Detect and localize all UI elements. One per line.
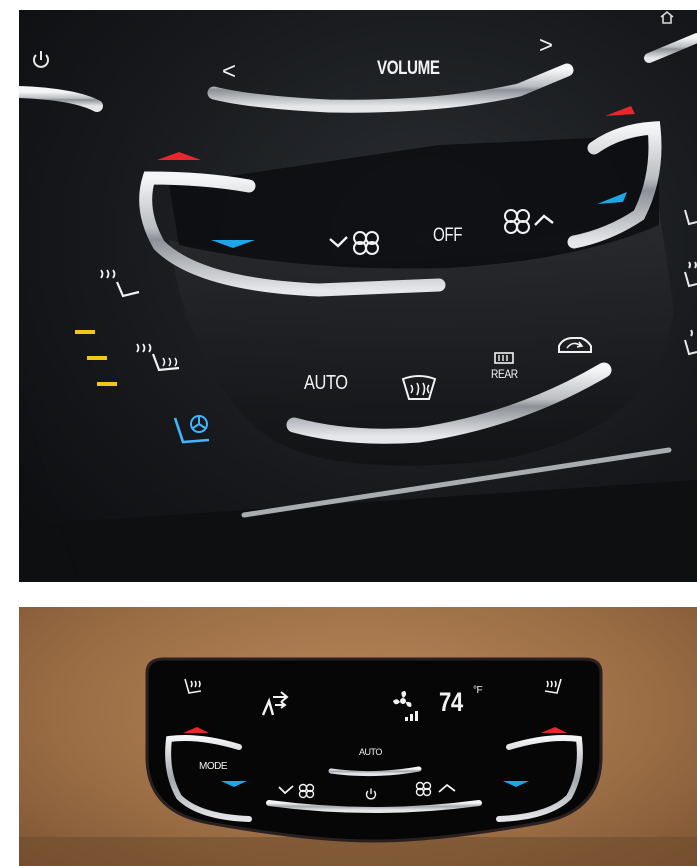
rear-temperature-unit: °F (473, 685, 483, 696)
driver-temp-down-indicator[interactable] (209, 238, 257, 250)
rear-auto-button[interactable]: AUTO (359, 747, 382, 757)
home-icon[interactable] (659, 10, 675, 24)
volume-label: VOLUME (377, 58, 440, 79)
fan-down-icon[interactable] (327, 229, 381, 255)
volume-up-button[interactable]: > (539, 32, 553, 60)
fan-speed-icon[interactable] (391, 689, 423, 723)
rear-fan-down-icon[interactable] (277, 783, 325, 799)
seat-heat-level-indicator (75, 330, 117, 386)
passenger-seat-controls-partial (684, 209, 697, 356)
seat-cool-icon[interactable] (169, 410, 219, 454)
seat-heat-icon[interactable] (133, 340, 185, 380)
airflow-mode-icon[interactable] (259, 689, 293, 719)
rear-seat-heat-left-icon[interactable] (181, 677, 207, 697)
front-climate-panel: < VOLUME > OFF AUTO REAR (19, 10, 697, 582)
seat-back-heat-icon[interactable] (95, 266, 141, 306)
passenger-temp-up-indicator[interactable] (603, 104, 637, 118)
rear-defrost-icon[interactable] (493, 351, 515, 365)
volume-down-button[interactable]: < (222, 58, 236, 86)
rear-defrost-label: REAR (491, 367, 518, 381)
rear-temp-down-left-indicator[interactable] (219, 779, 249, 789)
fan-off-button[interactable]: OFF (433, 225, 463, 247)
driver-temp-up-indicator[interactable] (155, 150, 203, 162)
rear-temp-up-left-indicator[interactable] (181, 725, 211, 735)
rear-panel-surface (19, 657, 697, 866)
rear-mode-button[interactable]: MODE (199, 761, 228, 772)
rear-fan-up-icon[interactable] (415, 781, 465, 797)
rear-temperature-value: 74 (439, 687, 463, 717)
rear-climate-panel: 74 °F AUTO MODE (19, 607, 697, 866)
fan-up-icon[interactable] (503, 207, 557, 235)
front-defrost-icon[interactable] (399, 373, 439, 403)
rear-power-icon[interactable] (364, 787, 378, 801)
passenger-temp-down-indicator[interactable] (595, 190, 629, 206)
rear-temp-up-right-indicator[interactable] (539, 725, 569, 735)
power-icon[interactable] (29, 48, 53, 72)
auto-button[interactable]: AUTO (304, 372, 348, 395)
rear-seat-heat-right-icon[interactable] (539, 677, 565, 697)
recirculation-icon[interactable] (555, 332, 595, 358)
rear-temp-down-right-indicator[interactable] (501, 779, 531, 789)
